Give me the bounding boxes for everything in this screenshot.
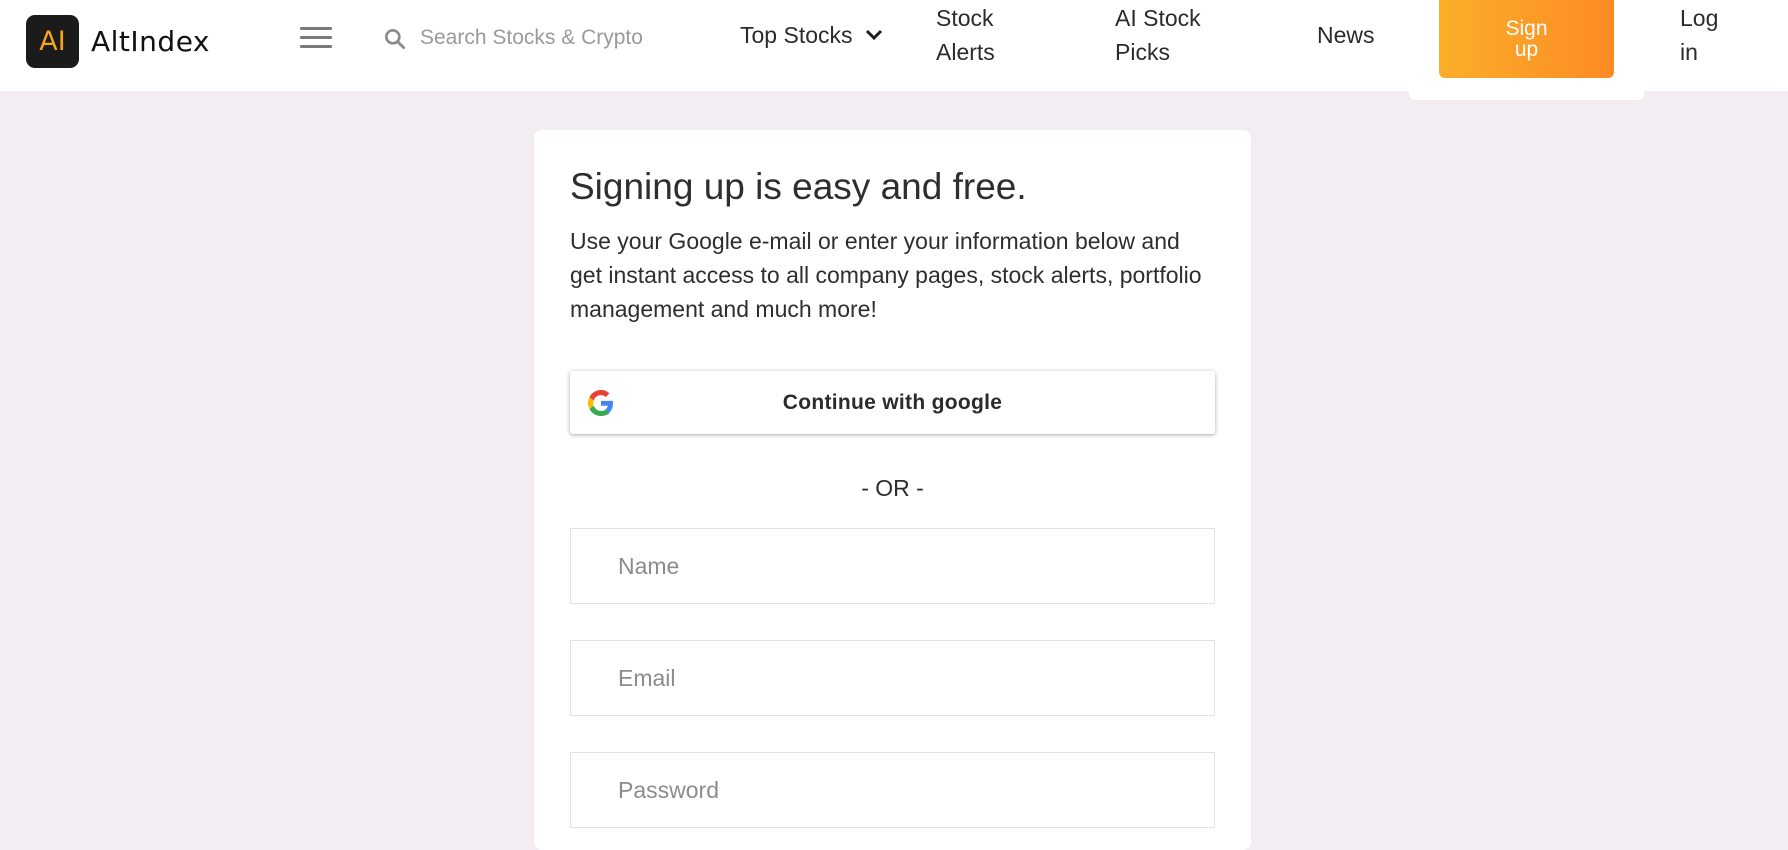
nav-ai-stock-picks[interactable]: AI Stock Picks — [1115, 1, 1225, 69]
email-field[interactable] — [570, 640, 1215, 716]
signup-card: Signing up is easy and free. Use your Go… — [534, 130, 1251, 850]
chevron-down-icon — [865, 29, 882, 41]
nav-top-stocks[interactable]: Top Stocks — [740, 18, 883, 52]
name-field[interactable] — [570, 528, 1215, 604]
search-icon — [385, 29, 406, 50]
google-logo-icon — [588, 390, 613, 416]
or-divider: - OR - — [861, 475, 924, 501]
hamburger-menu-icon[interactable] — [300, 27, 332, 51]
logo-badge: AI — [26, 15, 79, 68]
search-input[interactable] — [420, 20, 680, 56]
signup-title: Signing up is easy and free. — [570, 166, 1027, 207]
google-button-label: Continue with google — [782, 390, 1003, 414]
top-navigation-bar: AI AltIndex Top Stocks Stock Alerts AI S… — [0, 0, 1788, 100]
log-in-link[interactable]: Log in — [1680, 1, 1730, 69]
nav-stock-alerts[interactable]: Stock Alerts — [936, 1, 1026, 69]
nav-top-stocks-label: Top Stocks — [740, 22, 853, 48]
logo-text: AltIndex — [91, 25, 210, 58]
sign-up-label: Sign up — [1505, 17, 1548, 61]
altindex-logo[interactable]: AI AltIndex — [26, 15, 210, 68]
signup-description: Use your Google e-mail or enter your inf… — [570, 228, 1202, 322]
continue-with-google-button[interactable]: Continue with google — [570, 371, 1215, 434]
sign-up-button[interactable]: Sign up — [1439, 0, 1614, 78]
nav-news[interactable]: News — [1317, 18, 1375, 52]
signup-tab-backdrop — [1409, 78, 1644, 100]
